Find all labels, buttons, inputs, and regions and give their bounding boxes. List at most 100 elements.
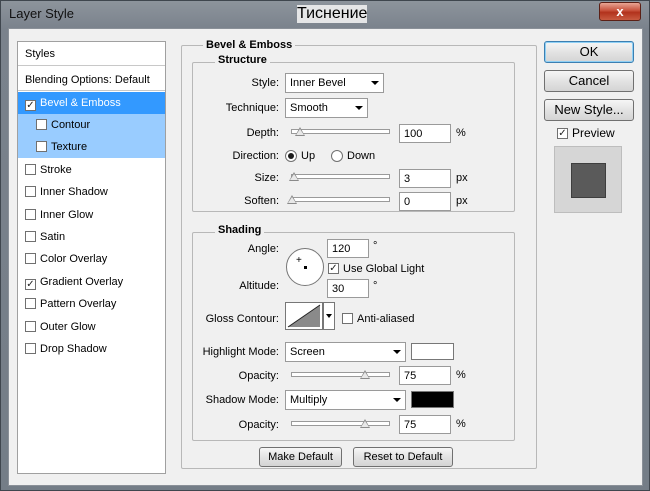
shadow-mode-dropdown[interactable]: Multiply [285,390,406,410]
shading-title: Shading [215,224,265,236]
style-item-stroke[interactable]: Stroke [18,159,165,181]
styles-list: Styles Blending Options: Default ✓ Bevel … [17,41,166,474]
altitude-unit: ° [373,280,378,292]
style-item-contour[interactable]: Contour [18,114,165,136]
anti-aliased-checkbox[interactable] [342,313,353,324]
outer-glow-checkbox[interactable] [25,321,36,332]
technique-value: Smooth [290,102,328,114]
chevron-down-icon [355,106,363,110]
highlight-opacity-slider[interactable] [291,370,390,379]
style-label: Style: [251,77,279,89]
bevel-style-dropdown[interactable]: Inner Bevel [285,73,384,93]
shadow-mode-value: Multiply [290,394,328,406]
make-default-button[interactable]: Make Default [259,447,342,467]
style-item-bevel-emboss[interactable]: ✓ Bevel & Emboss [18,92,165,114]
shadow-opacity-input[interactable]: 75 [399,415,451,434]
direction-up-label[interactable]: Up [301,150,315,162]
use-global-light-label[interactable]: Use Global Light [343,263,424,275]
style-item-color-overlay[interactable]: Color Overlay [18,248,165,270]
inner-glow-checkbox[interactable] [25,209,36,220]
texture-checkbox[interactable] [36,141,47,152]
pattern-overlay-checkbox[interactable] [25,298,36,309]
style-item-outer-glow[interactable]: Outer Glow [18,316,165,338]
soften-slider[interactable] [287,195,390,204]
shadow-opacity-slider[interactable] [291,419,390,428]
preview-checkbox[interactable]: ✓ [557,128,568,139]
cancel-button[interactable]: Cancel [544,70,634,92]
highlight-color-swatch[interactable] [411,343,454,360]
drop-shadow-checkbox[interactable] [25,343,36,354]
style-item-label: Pattern Overlay [40,298,117,310]
chevron-down-icon [371,81,379,85]
color-overlay-checkbox[interactable] [25,253,36,264]
size-label: Size: [254,172,279,184]
contour-checkbox[interactable] [36,119,47,130]
technique-dropdown[interactable]: Smooth [285,98,368,118]
shadow-opacity-unit: % [456,418,466,430]
stroke-checkbox[interactable] [25,164,36,175]
satin-checkbox[interactable] [25,231,36,242]
style-item-inner-shadow[interactable]: Inner Shadow [18,181,165,203]
inner-shadow-checkbox[interactable] [25,186,36,197]
style-item-drop-shadow[interactable]: Drop Shadow [18,338,165,360]
size-input[interactable]: 3 [399,169,451,188]
soften-input[interactable]: 0 [399,192,451,211]
style-item-texture[interactable]: Texture [18,136,165,158]
crosshair-icon: + [296,255,302,266]
style-item-label: Contour [51,119,91,131]
blending-options-item[interactable]: Blending Options: Default [18,69,165,91]
soften-unit: px [456,195,468,207]
gloss-contour-label: Gloss Contour: [205,313,279,325]
use-global-light-checkbox[interactable]: ✓ [328,263,339,274]
direction-label: Direction: [232,150,279,162]
angle-input[interactable]: 120 [327,239,369,258]
bevel-emboss-checkbox[interactable]: ✓ [25,100,36,111]
angle-dial[interactable]: + [286,248,324,286]
depth-input[interactable]: 100 [399,124,451,143]
highlight-opacity-unit: % [456,369,466,381]
altitude-input[interactable]: 30 [327,279,369,298]
highlight-opacity-label: Opacity: [238,370,279,382]
gloss-contour-picker[interactable] [285,302,323,330]
preview-label[interactable]: Preview [572,126,615,140]
gradient-overlay-checkbox[interactable]: ✓ [25,279,36,290]
new-style-button[interactable]: New Style... [544,99,634,121]
highlight-mode-label: Highlight Mode: [202,346,279,358]
soften-slider-thumb[interactable] [287,195,297,204]
direction-down-label[interactable]: Down [347,150,375,162]
reset-to-default-button[interactable]: Reset to Default [353,447,453,467]
ok-button[interactable]: OK [544,41,634,63]
style-item-satin[interactable]: Satin [18,226,165,248]
style-preview [554,146,622,213]
depth-slider[interactable] [291,127,390,136]
shadow-opacity-label: Opacity: [238,419,279,431]
altitude-label: Altitude: [239,280,279,292]
shadow-color-swatch[interactable] [411,391,454,408]
chevron-down-icon [393,398,401,402]
highlight-opacity-input[interactable]: 75 [399,366,451,385]
style-item-gradient-overlay[interactable]: ✓ Gradient Overlay [18,271,165,293]
style-item-pattern-overlay[interactable]: Pattern Overlay [18,293,165,315]
style-item-label: Color Overlay [40,253,108,265]
highlight-opacity-thumb[interactable] [359,370,370,379]
chevron-down-icon [393,350,401,354]
size-slider[interactable] [288,172,390,181]
style-item-label: Stroke [40,164,72,176]
size-slider-thumb[interactable] [288,172,299,181]
styles-header[interactable]: Styles [18,42,165,66]
gloss-contour-dropdown[interactable] [323,302,335,330]
style-item-label: Outer Glow [40,321,96,333]
overlay-caption: Тиснение [297,5,368,23]
shadow-opacity-thumb[interactable] [359,419,370,428]
direction-up-radio[interactable] [285,150,297,162]
highlight-mode-value: Screen [290,346,325,358]
direction-down-radio[interactable] [331,150,343,162]
close-button[interactable]: x [599,2,641,21]
highlight-mode-dropdown[interactable]: Screen [285,342,406,362]
technique-label: Technique: [225,102,279,114]
chevron-down-icon [326,314,332,318]
anti-aliased-label[interactable]: Anti-aliased [357,313,414,325]
angle-unit: ° [373,240,378,252]
depth-slider-thumb[interactable] [294,127,305,136]
style-item-inner-glow[interactable]: Inner Glow [18,204,165,226]
